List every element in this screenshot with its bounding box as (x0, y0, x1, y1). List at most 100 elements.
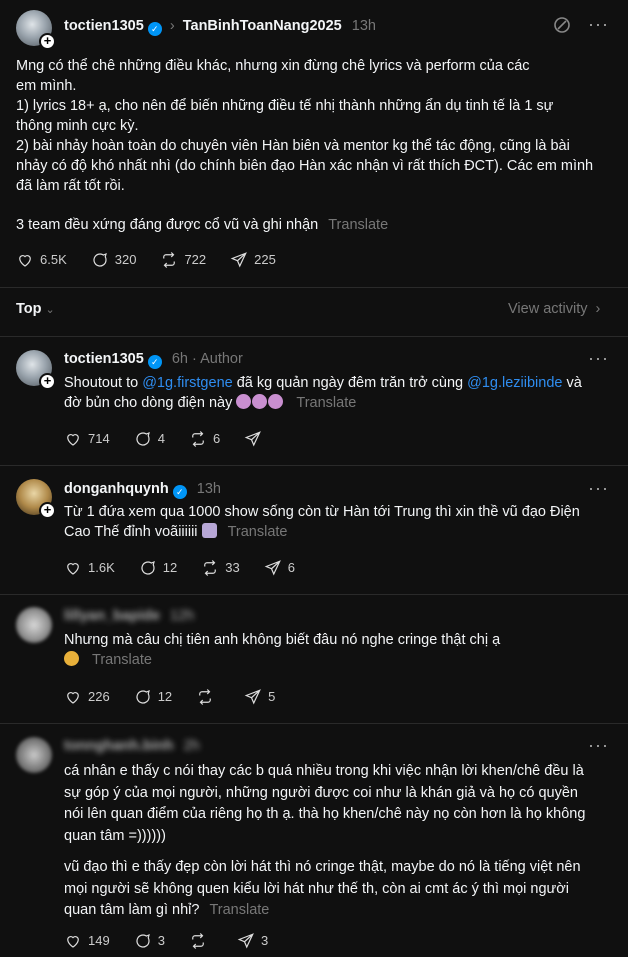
comment-button[interactable]: 4 (134, 429, 165, 449)
reply-text: Từ 1 đứa xem qua 1000 show sống còn từ H… (64, 504, 580, 520)
reply-text: đờ bủn cho dòng điện này (64, 395, 233, 411)
author-tag: Author (200, 351, 243, 367)
repost-button[interactable] (189, 932, 213, 950)
share-count: 5 (268, 689, 276, 704)
translate-link[interactable]: Translate (328, 217, 388, 233)
reply-username[interactable]: lillyan_bapide (64, 608, 160, 624)
comment-button[interactable]: 12 (134, 687, 172, 707)
translate-link[interactable]: Translate (228, 524, 288, 540)
repost-button[interactable]: 722 (160, 250, 206, 270)
repost-count: 722 (184, 252, 207, 267)
emoji-icon (64, 651, 79, 666)
avatar[interactable]: + (16, 350, 56, 390)
divider (0, 465, 628, 466)
post-time: 13h (351, 18, 376, 34)
post-community[interactable]: TanBinhToanNang2025 (183, 18, 342, 34)
view-activity-link[interactable]: View activity › (508, 299, 600, 319)
chevron-right-icon: › (595, 301, 601, 317)
translate-link[interactable]: Translate (296, 395, 356, 411)
share-icon (264, 560, 281, 576)
like-button[interactable]: 149 (64, 931, 110, 951)
comment-button[interactable]: 12 (139, 558, 177, 578)
more-icon[interactable]: ··· (588, 349, 609, 367)
like-button[interactable]: 1.6K (64, 558, 115, 578)
reply-header: lillyan_bapide 12h (64, 606, 194, 626)
post-line: thông minh cực kỳ. (16, 118, 139, 134)
emoji-icon (201, 523, 217, 538)
more-icon[interactable]: ··· (588, 479, 609, 497)
emoji-icon (252, 394, 268, 409)
repost-icon (192, 933, 204, 949)
translate-link[interactable]: Translate (209, 902, 269, 918)
post-line: đã làm rất tốt rồi. (16, 178, 125, 194)
comment-button[interactable]: 3 (134, 931, 165, 951)
reply-header: donganhquynh ✓ 13h (64, 479, 221, 499)
more-icon[interactable]: ··· (588, 15, 609, 33)
share-button[interactable]: 3 (237, 931, 268, 951)
repost-button[interactable] (196, 688, 220, 706)
mention-link[interactable]: @1g.leziibinde (467, 375, 562, 391)
like-button[interactable]: 226 (64, 687, 110, 707)
reply-text: sự góp ý của mọi người, những người được… (64, 784, 578, 801)
repost-button[interactable]: 6 (189, 429, 220, 449)
avatar[interactable]: + (16, 479, 56, 519)
repost-icon (199, 689, 212, 705)
share-icon (244, 689, 262, 705)
post-username[interactable]: toctien1305 (64, 18, 144, 34)
reply-username[interactable]: toctien1305 (64, 351, 144, 367)
post-closing-text: 3 team đều xứng đáng được cổ vũ và ghi n… (16, 217, 319, 233)
like-count: 6.5K (40, 252, 67, 267)
like-count: 226 (88, 689, 110, 704)
reply-body: Shoutout to @1g.firstgene đã kg quản ngà… (64, 373, 616, 413)
like-button[interactable]: 714 (64, 429, 110, 449)
reply-text: quan tâm =)))))) (64, 827, 166, 844)
reply-time: 12h (169, 608, 195, 624)
like-button[interactable]: 6.5K (16, 250, 67, 270)
reply-body: cá nhân e thấy c nói thay các b quá nhiề… (64, 761, 616, 922)
reply-username[interactable]: tonnghanh.binh (64, 738, 174, 754)
comment-count: 3 (157, 933, 165, 948)
reply-text: và (562, 375, 582, 391)
activity-icon[interactable] (552, 15, 572, 41)
reply-text: vũ đạo thì e thấy đẹp còn lời hát thì nó… (64, 859, 581, 875)
emoji-icon (236, 394, 252, 409)
follow-plus-icon[interactable]: + (39, 33, 56, 50)
follow-plus-icon[interactable]: + (39, 373, 56, 390)
share-count: 3 (260, 933, 269, 948)
share-button[interactable]: 225 (230, 250, 276, 270)
share-button[interactable]: 5 (244, 687, 275, 707)
translate-link[interactable]: Translate (92, 652, 152, 668)
reply-time: 2h (183, 738, 200, 754)
reply-time: 13h (196, 481, 221, 497)
sort-label: Top (16, 301, 42, 317)
avatar[interactable]: + (16, 10, 56, 50)
share-button[interactable] (244, 430, 268, 448)
post-closing: 3 team đều xứng đáng được cổ vũ và ghi n… (16, 215, 388, 235)
share-count: 225 (254, 252, 276, 267)
sort-dropdown[interactable]: Top ⌄ (16, 299, 55, 320)
share-icon (244, 431, 262, 447)
post-actions: 6.5K 320 722 225 (16, 250, 300, 270)
emoji-icon (268, 394, 284, 409)
share-button[interactable]: 6 (264, 558, 295, 578)
heart-icon (67, 434, 79, 446)
reply-text: nói lên quan điểm của riêng họ th ạ. thà… (64, 806, 586, 822)
avatar[interactable] (16, 737, 52, 773)
reply-username[interactable]: donganhquynh (64, 481, 169, 497)
reply-text: cá nhân e thấy c nói thay các b quá nhiề… (64, 763, 584, 779)
repost-button[interactable]: 33 (201, 558, 240, 578)
like-count: 149 (88, 933, 110, 948)
chevron-down-icon: ⌄ (45, 304, 55, 316)
post-line: nhảy có độ khó nhất nhì (do chính biên đ… (16, 158, 594, 174)
avatar[interactable] (16, 607, 52, 643)
reply-time: 6h (171, 351, 188, 367)
mention-link[interactable]: @1g.firstgene (142, 375, 233, 391)
comment-button[interactable]: 320 (91, 250, 136, 270)
comment-icon (93, 253, 107, 267)
view-activity-label: View activity (508, 301, 588, 317)
heart-icon (67, 692, 79, 704)
post-line: 2) bài nhảy hoàn toàn do chuyên viên Hàn… (16, 138, 570, 154)
follow-plus-icon[interactable]: + (39, 502, 56, 519)
more-icon[interactable]: ··· (588, 736, 609, 754)
like-count: 714 (88, 431, 110, 446)
